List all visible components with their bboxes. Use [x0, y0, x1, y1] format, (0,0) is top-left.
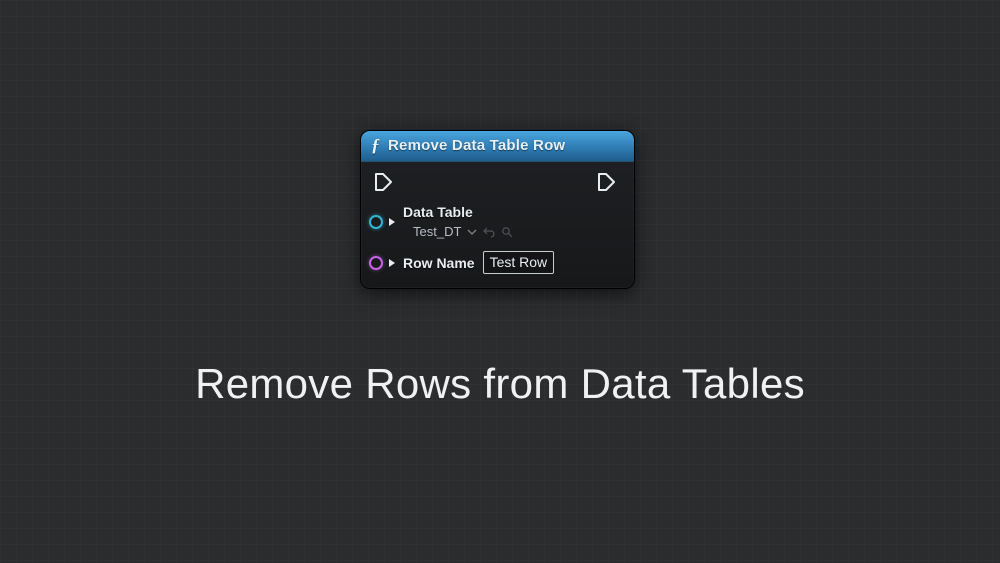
exec-out-pin[interactable]	[596, 172, 616, 192]
data-table-label: Data Table	[403, 204, 513, 220]
row-name-input[interactable]: Test Row	[483, 251, 555, 274]
pin-arrow-icon	[389, 218, 395, 226]
node-title: Remove Data Table Row	[388, 137, 565, 154]
chevron-down-icon	[467, 227, 477, 237]
slide-caption: Remove Rows from Data Tables	[0, 360, 1000, 408]
pin-arrow-icon	[389, 259, 395, 267]
exec-row	[367, 172, 622, 192]
row-name-pin[interactable]	[369, 256, 383, 270]
data-table-value: Test_DT	[413, 224, 461, 239]
node-header[interactable]: ƒ Remove Data Table Row	[361, 131, 634, 162]
row-name-label: Row Name	[403, 255, 475, 271]
reset-icon[interactable]	[483, 226, 495, 238]
row-name-pin-row: Row Name Test Row	[367, 251, 622, 274]
data-table-asset-selector[interactable]: Test_DT	[413, 224, 513, 239]
blueprint-node[interactable]: ƒ Remove Data Table Row Data Table Test_…	[360, 130, 635, 289]
node-body: Data Table Test_DT Row Name	[361, 162, 634, 288]
search-icon[interactable]	[501, 226, 513, 238]
data-table-pin[interactable]	[369, 215, 383, 229]
exec-in-pin[interactable]	[373, 172, 393, 192]
function-icon: ƒ	[371, 135, 380, 156]
data-table-pin-row: Data Table Test_DT	[367, 204, 622, 239]
